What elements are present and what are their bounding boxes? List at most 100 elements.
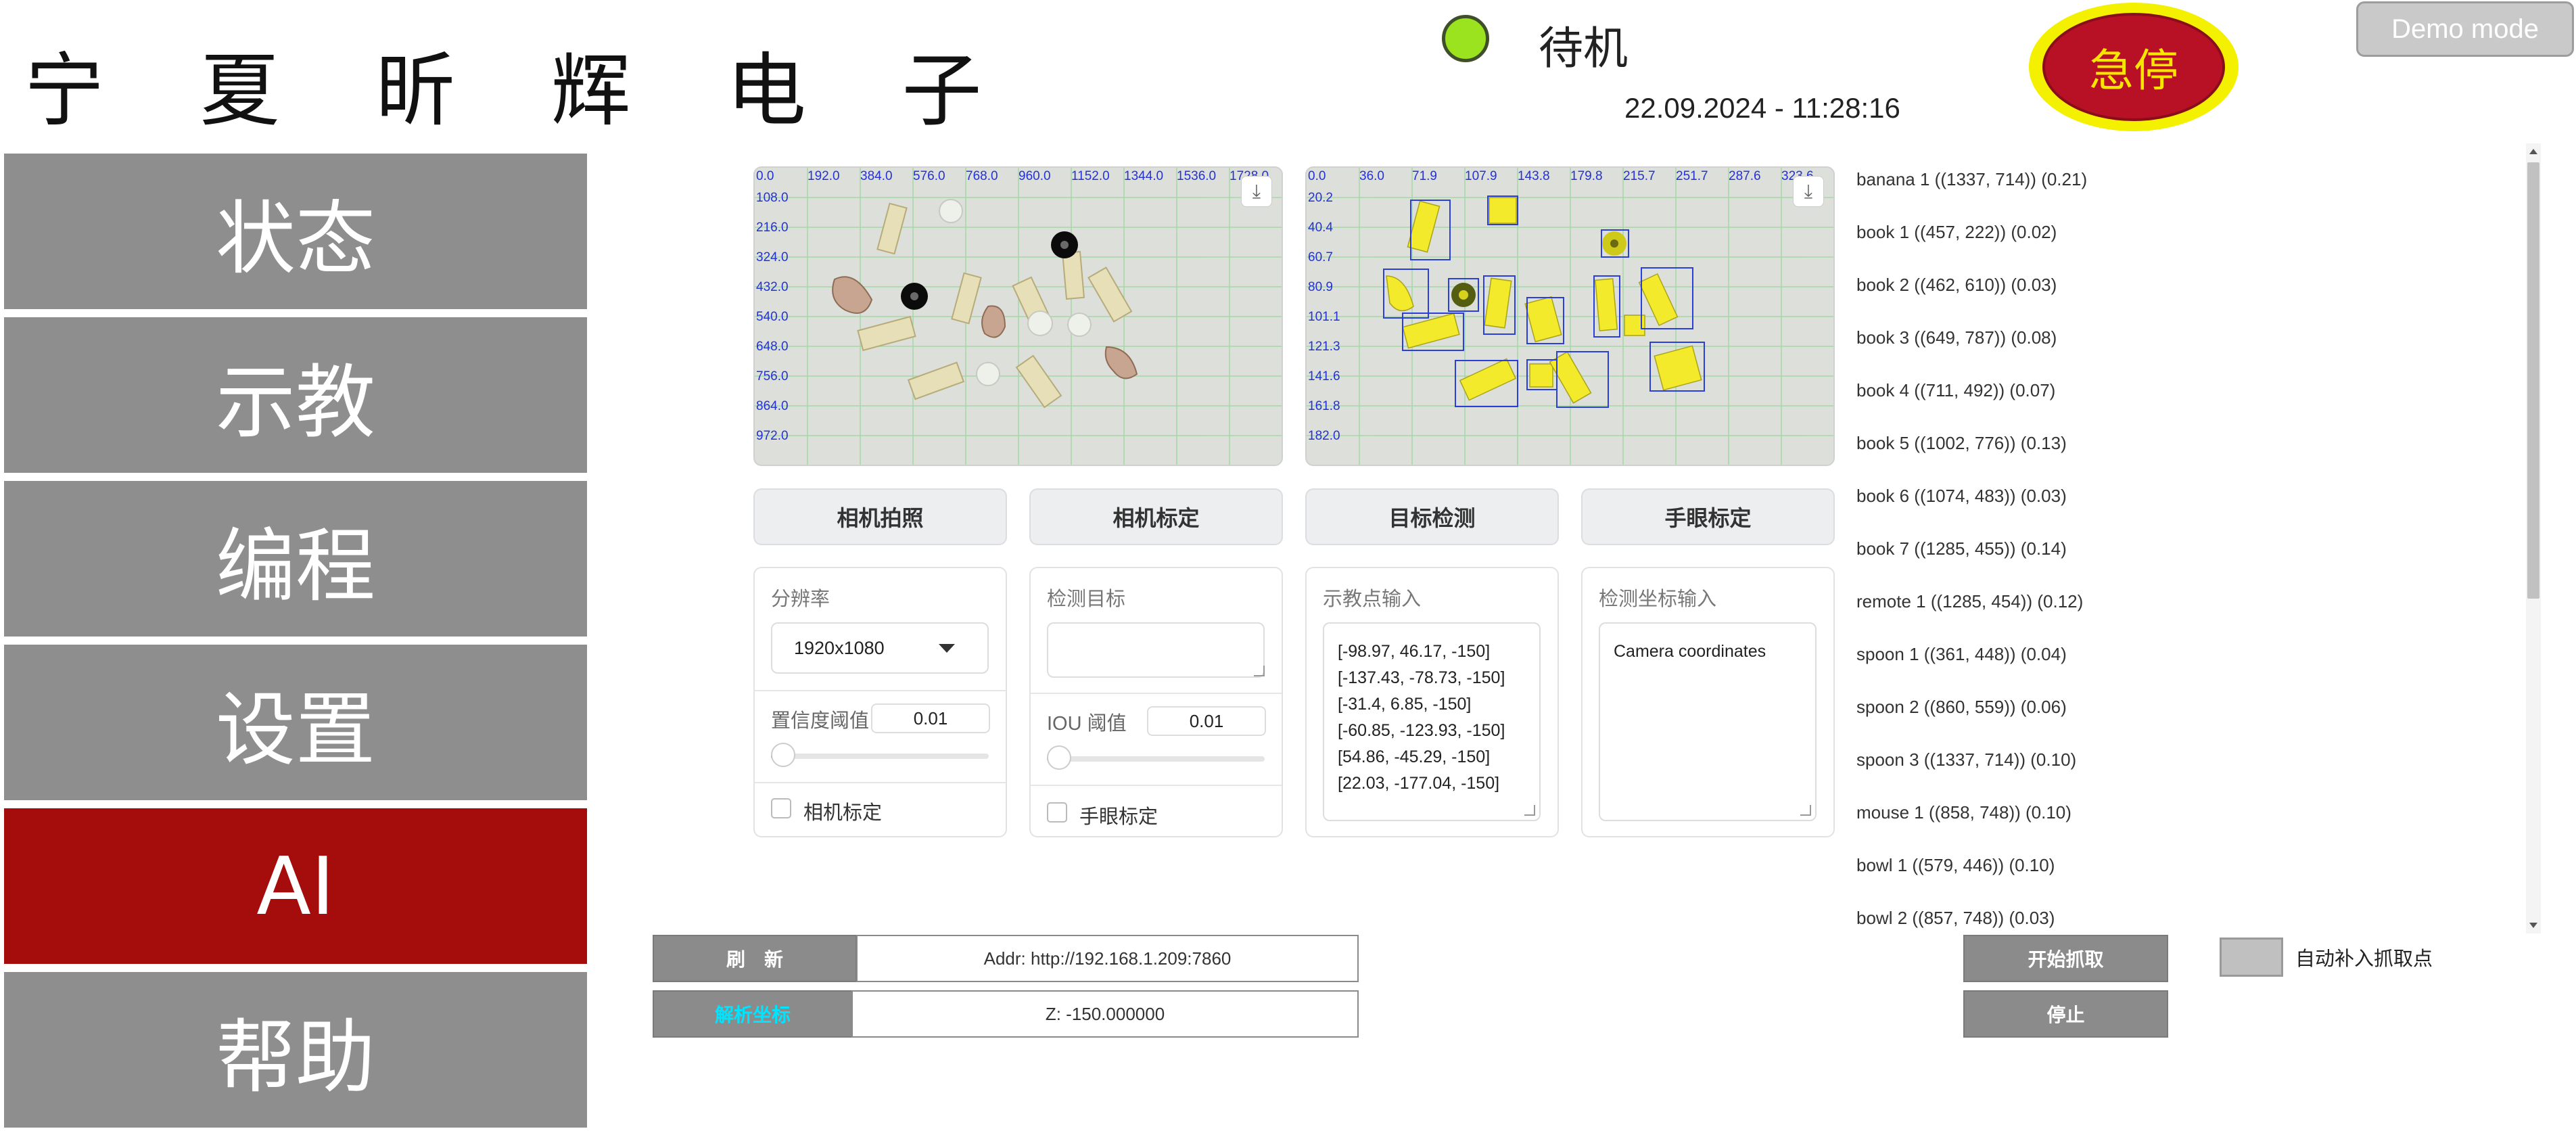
auto-add-grab-point-toggle[interactable] [2220, 938, 2283, 977]
teach-point-line: [-137.43, -78.73, -150] [1338, 668, 1505, 687]
detection-item: book 5 ((1002, 776)) (0.13) [1856, 433, 2067, 453]
y-tick: 432.0 [756, 280, 789, 294]
refresh-button[interactable]: 刷 新 [653, 935, 857, 982]
camera-capture-button[interactable]: 相机拍照 [753, 488, 1007, 545]
object-detect-button[interactable]: 目标检测 [1305, 488, 1559, 545]
detect-target-label: 检测目标 [1047, 588, 1126, 610]
resize-grip-icon[interactable] [1254, 666, 1265, 676]
resolution-value: 1920x1080 [794, 637, 885, 658]
x-tick: 215.7 [1623, 169, 1656, 183]
download-icon[interactable]: ⤓ [1793, 176, 1824, 207]
scroll-up-icon[interactable] [2529, 149, 2537, 154]
y-tick: 324.0 [756, 250, 789, 264]
detect-target-input[interactable] [1047, 622, 1265, 678]
detect-coords-panel: 检测坐标输入 Camera coordinates [1581, 567, 1835, 837]
detection-item: mouse 1 ((858, 748)) (0.10) [1856, 802, 2071, 823]
detection-item: book 6 ((1074, 483)) (0.03) [1856, 486, 2067, 506]
resolution-select[interactable]: 1920x1080 [771, 622, 989, 674]
nav-item-program[interactable]: 编程 [4, 481, 587, 637]
camera-calibrate-checkbox-label: 相机标定 [803, 802, 883, 824]
detection-item: spoon 3 ((1337, 714)) (0.10) [1856, 749, 2077, 770]
y-tick: 756.0 [756, 369, 789, 384]
nav-item-status[interactable]: 状态 [4, 154, 587, 309]
slider-handle[interactable] [1047, 745, 1071, 770]
download-icon[interactable]: ⤓ [1241, 176, 1272, 207]
x-tick: 107.9 [1465, 169, 1497, 183]
x-tick: 960.0 [1018, 169, 1051, 183]
resolution-label: 分辨率 [771, 588, 830, 610]
start-grab-button[interactable]: 开始抓取 [1963, 935, 2168, 982]
confidence-input[interactable]: 0.01 [871, 703, 990, 733]
y-tick: 40.4 [1308, 221, 1333, 235]
camera-detect-image: 0.0 36.0 71.9 107.9 143.8 179.8 215.7 25… [1305, 166, 1835, 466]
detection-item: banana 1 ((1337, 714)) (0.21) [1856, 169, 2088, 189]
y-tick: 648.0 [756, 340, 789, 354]
x-tick: 287.6 [1729, 169, 1761, 183]
auto-add-grab-point-label: 自动补入抓取点 [2295, 948, 2433, 970]
teach-point-line: [54.86, -45.29, -150] [1338, 747, 1491, 766]
slider-handle[interactable] [771, 743, 795, 767]
detection-item: book 1 ((457, 222)) (0.02) [1856, 222, 2057, 242]
x-tick: 0.0 [1308, 169, 1326, 183]
y-tick: 216.0 [756, 221, 789, 235]
teach-point-line: [-31.4, 6.85, -150] [1338, 695, 1472, 714]
x-tick: 0.0 [756, 169, 774, 183]
camera-detect-canvas: 0.0 36.0 71.9 107.9 143.8 179.8 215.7 25… [1307, 168, 1833, 465]
hand-eye-calibrate-button[interactable]: 手眼标定 [1581, 488, 1835, 545]
x-tick: 384.0 [860, 169, 893, 183]
status-led-icon [1442, 15, 1489, 62]
scrollbar-thumb[interactable] [2527, 162, 2539, 599]
camera-calibrate-button[interactable]: 相机标定 [1029, 488, 1283, 545]
y-tick: 141.6 [1308, 369, 1340, 384]
y-tick: 80.9 [1308, 280, 1333, 294]
x-tick: 192.0 [807, 169, 840, 183]
y-tick: 101.1 [1308, 310, 1340, 324]
chevron-down-icon [939, 644, 955, 653]
divider [755, 782, 1006, 783]
detect-coords-input[interactable]: Camera coordinates [1599, 622, 1817, 821]
scroll-down-icon[interactable] [2529, 923, 2537, 928]
teach-points-label: 示教点输入 [1323, 588, 1422, 610]
datetime: 22.09.2024 - 11:28:16 [1624, 92, 1900, 124]
iou-input[interactable]: 0.01 [1147, 706, 1266, 736]
detect-coords-label: 检测坐标输入 [1599, 588, 1717, 610]
nav-item-settings[interactable]: 设置 [4, 645, 587, 800]
camera-settings-panel: 分辨率 1920x1080 置信度阈值 0.01 相机标定 [753, 567, 1007, 837]
y-tick: 121.3 [1308, 340, 1340, 354]
stop-button[interactable]: 停止 [1963, 990, 2168, 1038]
confidence-slider[interactable] [771, 743, 989, 767]
camera-raw-image: 0.0 192.0 384.0 576.0 768.0 960.0 1152.0… [753, 166, 1283, 466]
x-tick: 1536.0 [1177, 169, 1216, 183]
iou-slider[interactable] [1047, 745, 1265, 770]
address-field[interactable]: Addr: http://192.168.1.209:7860 [856, 935, 1359, 982]
z-value-field[interactable]: Z: -150.000000 [851, 990, 1359, 1038]
detection-item: bowl 2 ((857, 748)) (0.03) [1856, 908, 2055, 928]
hand-eye-calibrate-checkbox[interactable] [1047, 802, 1067, 823]
detection-item: remote 1 ((1285, 454)) (0.12) [1856, 591, 2084, 611]
detection-list-scrollbar[interactable] [2526, 143, 2541, 933]
resize-grip-icon[interactable] [1524, 805, 1535, 816]
teach-points-input[interactable]: [-98.97, 46.17, -150] [-137.43, -78.73, … [1323, 622, 1541, 821]
y-tick: 182.0 [1308, 429, 1340, 443]
camera-calibrate-checkbox[interactable] [771, 798, 791, 818]
detection-results-list: banana 1 ((1337, 714)) (0.21) book 1 ((4… [1856, 152, 2519, 929]
teach-point-line: [22.03, -177.04, -150] [1338, 774, 1500, 793]
nav-item-help[interactable]: 帮助 [4, 972, 587, 1128]
y-tick: 540.0 [756, 310, 789, 324]
y-tick: 161.8 [1308, 399, 1340, 413]
detection-item: spoon 1 ((361, 448)) (0.04) [1856, 644, 2067, 664]
teach-point-line: [-60.85, -123.93, -150] [1338, 721, 1505, 740]
resize-grip-icon[interactable] [1800, 805, 1811, 816]
teach-points-panel: 示教点输入 [-98.97, 46.17, -150] [-137.43, -7… [1305, 567, 1559, 837]
teach-point-line: [-98.97, 46.17, -150] [1338, 642, 1491, 661]
demo-mode-button[interactable]: Demo mode [2356, 1, 2574, 57]
brand-title: 宁 夏 昕 辉 电 子 [24, 44, 1017, 137]
parse-coordinates-button[interactable]: 解析坐标 [653, 990, 853, 1038]
x-tick: 1344.0 [1124, 169, 1163, 183]
nav-item-teach[interactable]: 示教 [4, 317, 587, 473]
emergency-stop-button[interactable]: 急停 [2029, 3, 2239, 131]
iou-label: IOU 阈值 [1047, 713, 1127, 735]
x-tick: 576.0 [913, 169, 945, 183]
y-tick: 864.0 [756, 399, 789, 413]
nav-item-ai[interactable]: AI [4, 808, 587, 964]
